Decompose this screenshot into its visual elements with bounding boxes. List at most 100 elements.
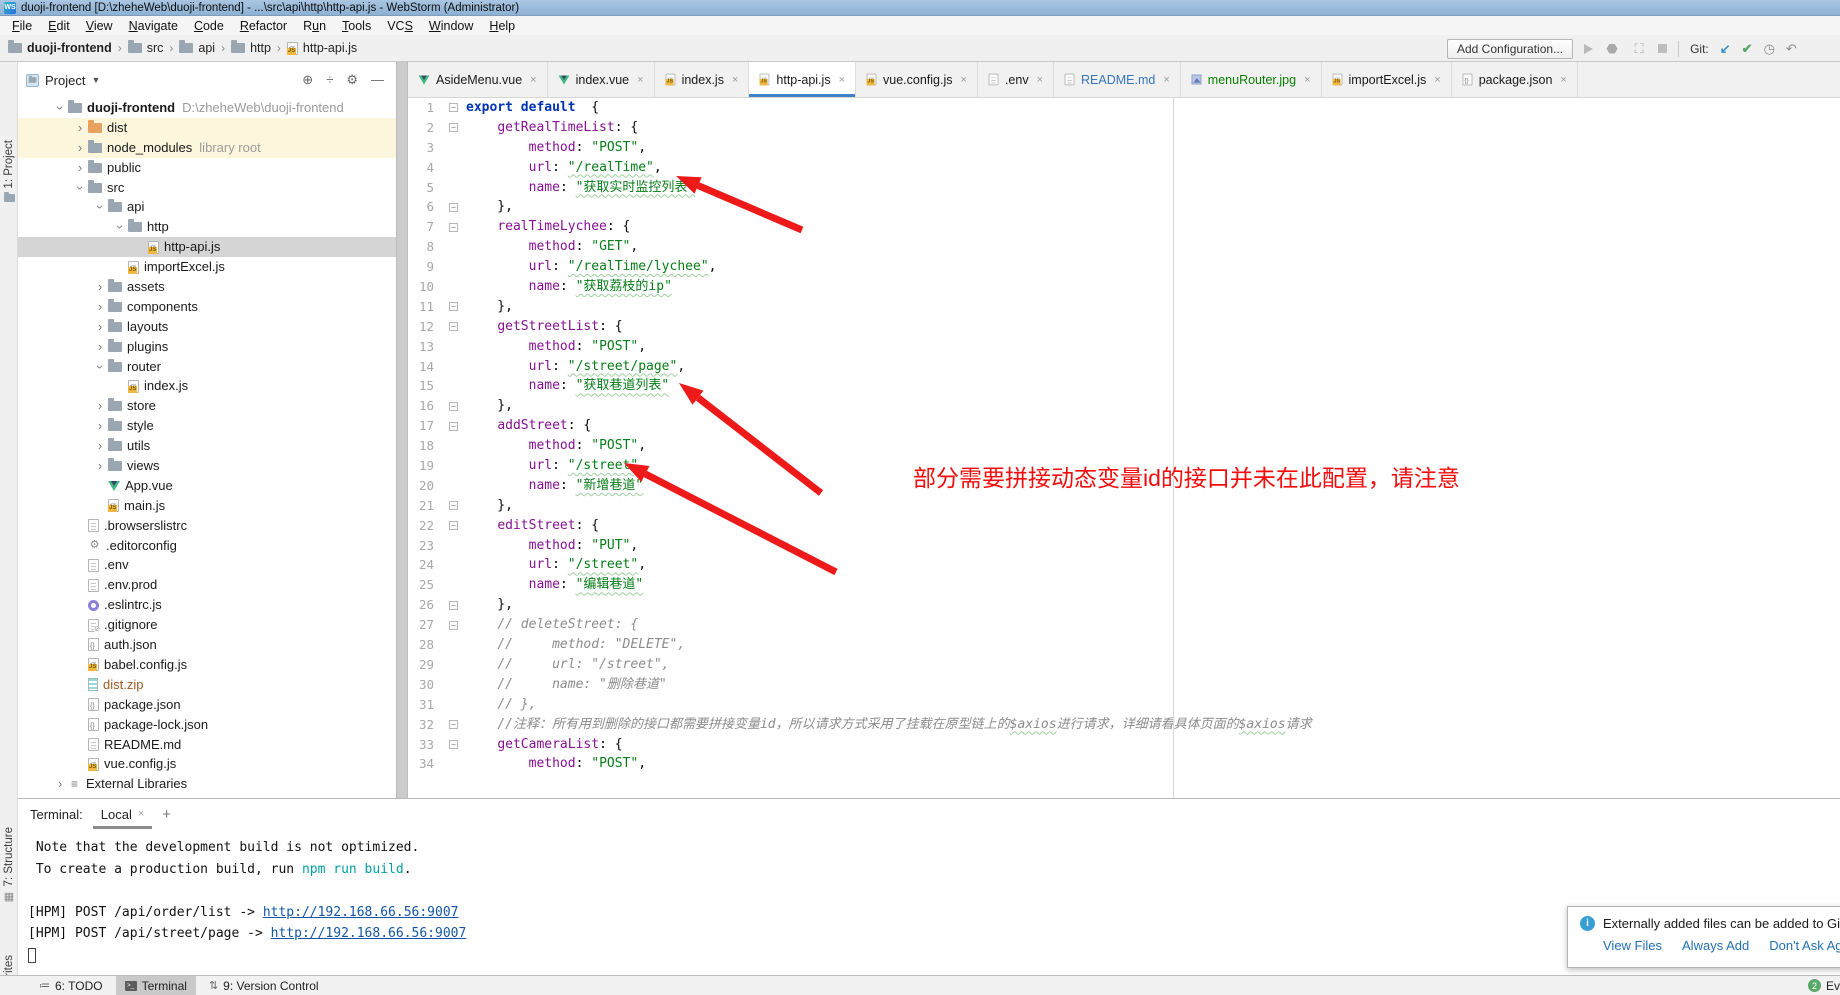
fold-marker-icon[interactable]: − bbox=[449, 601, 458, 610]
statusbar-6-todo[interactable]: ≔6: TODO bbox=[30, 976, 112, 995]
chevron-open-icon[interactable]: › bbox=[90, 359, 110, 375]
tree-item-components[interactable]: ›components bbox=[18, 297, 396, 317]
menu-edit[interactable]: Edit bbox=[40, 19, 78, 33]
project-panel-scrollbar[interactable] bbox=[396, 62, 408, 798]
statusbar-terminal[interactable]: >_Terminal bbox=[116, 976, 196, 995]
breadcrumb-item-http[interactable]: http bbox=[231, 41, 271, 55]
menu-file[interactable]: File bbox=[4, 19, 40, 33]
line-number[interactable]: 6 bbox=[408, 197, 434, 217]
chevron-closed-icon[interactable]: › bbox=[92, 436, 108, 456]
close-icon[interactable]: × bbox=[1163, 74, 1169, 86]
close-icon[interactable]: × bbox=[732, 74, 738, 86]
fold-marker-icon[interactable]: − bbox=[449, 402, 458, 411]
line-number[interactable]: 24 bbox=[408, 555, 434, 575]
tree-item-babel.config.js[interactable]: babel.config.js bbox=[18, 655, 396, 675]
new-session-icon[interactable]: + bbox=[162, 806, 171, 823]
tree-item-README.md[interactable]: README.md bbox=[18, 735, 396, 755]
fold-marker-icon[interactable]: − bbox=[449, 621, 458, 630]
line-number[interactable]: 18 bbox=[408, 436, 434, 456]
close-icon[interactable]: × bbox=[1037, 74, 1043, 86]
history-clock-icon[interactable]: ◷ bbox=[1764, 41, 1775, 57]
tree-item-dist.zip[interactable]: dist.zip bbox=[18, 675, 396, 695]
notification-action-don-t-ask-agai[interactable]: Don't Ask Agai bbox=[1769, 938, 1840, 953]
line-number[interactable]: 29 bbox=[408, 655, 434, 675]
line-number[interactable]: 27 bbox=[408, 615, 434, 635]
chevron-closed-icon[interactable]: › bbox=[92, 297, 108, 317]
chevron-closed-icon[interactable]: › bbox=[52, 774, 68, 794]
chevron-open-icon[interactable]: › bbox=[90, 199, 110, 215]
tree-item-.eslintrc.js[interactable]: .eslintrc.js bbox=[18, 595, 396, 615]
breadcrumb-item-http-api.js[interactable]: http-api.js bbox=[287, 41, 357, 55]
tab-README.md[interactable]: README.md× bbox=[1054, 62, 1181, 97]
tool-stripe-project[interactable]: 1: Project bbox=[0, 140, 18, 202]
line-number[interactable]: 22 bbox=[408, 516, 434, 536]
line-number[interactable]: 33 bbox=[408, 735, 434, 755]
line-number[interactable]: 11 bbox=[408, 297, 434, 317]
line-number[interactable]: 10 bbox=[408, 277, 434, 297]
fold-marker-icon[interactable]: − bbox=[449, 123, 458, 132]
line-number[interactable]: 28 bbox=[408, 635, 434, 655]
tree-item-importExcel.js[interactable]: importExcel.js bbox=[18, 257, 396, 277]
fold-marker-icon[interactable]: − bbox=[449, 422, 458, 431]
debug-icon[interactable]: ⬣ bbox=[1604, 41, 1620, 57]
menu-run[interactable]: Run bbox=[295, 19, 334, 33]
fold-marker-icon[interactable]: − bbox=[449, 223, 458, 232]
tree-item-views[interactable]: ›views bbox=[18, 456, 396, 476]
fold-marker-icon[interactable]: − bbox=[449, 302, 458, 311]
add-configuration-button[interactable]: Add Configuration... bbox=[1447, 39, 1573, 59]
chevron-closed-icon[interactable]: › bbox=[72, 118, 88, 138]
line-number[interactable]: 14 bbox=[408, 357, 434, 377]
chevron-closed-icon[interactable]: › bbox=[92, 396, 108, 416]
tab-AsideMenu.vue[interactable]: AsideMenu.vue× bbox=[408, 62, 548, 97]
chevron-closed-icon[interactable]: › bbox=[92, 456, 108, 476]
tab-package.json[interactable]: package.json× bbox=[1452, 62, 1578, 97]
close-icon[interactable]: × bbox=[1304, 74, 1310, 86]
menu-refactor[interactable]: Refactor bbox=[232, 19, 295, 33]
fold-marker-icon[interactable]: − bbox=[449, 740, 458, 749]
project-panel-title[interactable]: Project bbox=[45, 73, 85, 88]
line-number[interactable]: 34 bbox=[408, 754, 434, 774]
statusbar-9-version-control[interactable]: ⇅9: Version Control bbox=[200, 976, 328, 995]
fold-marker-icon[interactable]: − bbox=[449, 103, 458, 112]
line-number[interactable]: 23 bbox=[408, 536, 434, 556]
menu-view[interactable]: View bbox=[78, 19, 121, 33]
close-icon[interactable]: × bbox=[839, 74, 845, 86]
tree-item-dist[interactable]: ›dist bbox=[18, 118, 396, 138]
line-number[interactable]: 15 bbox=[408, 376, 434, 396]
breadcrumb-item-duoji-frontend[interactable]: duoji-frontend bbox=[8, 41, 112, 55]
close-icon[interactable]: × bbox=[1434, 74, 1440, 86]
tree-item-.gitignore[interactable]: .gitignore bbox=[18, 615, 396, 635]
rollback-icon[interactable]: ↶ bbox=[1786, 41, 1797, 57]
git-commit-icon[interactable]: ✔ bbox=[1742, 41, 1753, 57]
line-number[interactable]: 16 bbox=[408, 396, 434, 416]
chevron-closed-icon[interactable]: › bbox=[92, 317, 108, 337]
git-update-icon[interactable]: ↙ bbox=[1720, 41, 1731, 57]
fold-marker-icon[interactable]: − bbox=[449, 521, 458, 530]
line-number[interactable]: 26 bbox=[408, 595, 434, 615]
line-number[interactable]: 17 bbox=[408, 416, 434, 436]
line-number[interactable]: 13 bbox=[408, 337, 434, 357]
close-icon[interactable]: × bbox=[637, 74, 643, 86]
fold-marker-icon[interactable]: − bbox=[449, 203, 458, 212]
menu-code[interactable]: Code bbox=[186, 19, 232, 33]
tree-item-plugins[interactable]: ›plugins bbox=[18, 337, 396, 357]
tree-item-App.vue[interactable]: App.vue bbox=[18, 476, 396, 496]
tree-item-.env[interactable]: .env bbox=[18, 555, 396, 575]
tree-item-package-lock.json[interactable]: package-lock.json bbox=[18, 715, 396, 735]
run-with-coverage-icon[interactable]: ⛶ bbox=[1631, 41, 1647, 57]
tree-item-api[interactable]: ›api bbox=[18, 197, 396, 217]
tree-item-http-api.js[interactable]: http-api.js bbox=[18, 237, 396, 257]
tree-item-utils[interactable]: ›utils bbox=[18, 436, 396, 456]
line-number[interactable]: 7 bbox=[408, 217, 434, 237]
tree-item-index.js[interactable]: index.js bbox=[18, 376, 396, 396]
menu-vcs[interactable]: VCS bbox=[379, 19, 421, 33]
close-icon[interactable]: × bbox=[530, 74, 536, 86]
line-number[interactable]: 2 bbox=[408, 118, 434, 138]
event-log-label[interactable]: Ev bbox=[1826, 979, 1840, 993]
breadcrumb-item-src[interactable]: src bbox=[128, 41, 164, 55]
tree-item-public[interactable]: ›public bbox=[18, 158, 396, 178]
line-number[interactable]: 4 bbox=[408, 158, 434, 178]
editor-surface[interactable]: 1−export default {2− getRealTimeList: {3… bbox=[408, 98, 1840, 798]
terminal-tab-local[interactable]: Local × bbox=[97, 799, 149, 829]
tab-index.vue[interactable]: index.vue× bbox=[548, 62, 655, 97]
